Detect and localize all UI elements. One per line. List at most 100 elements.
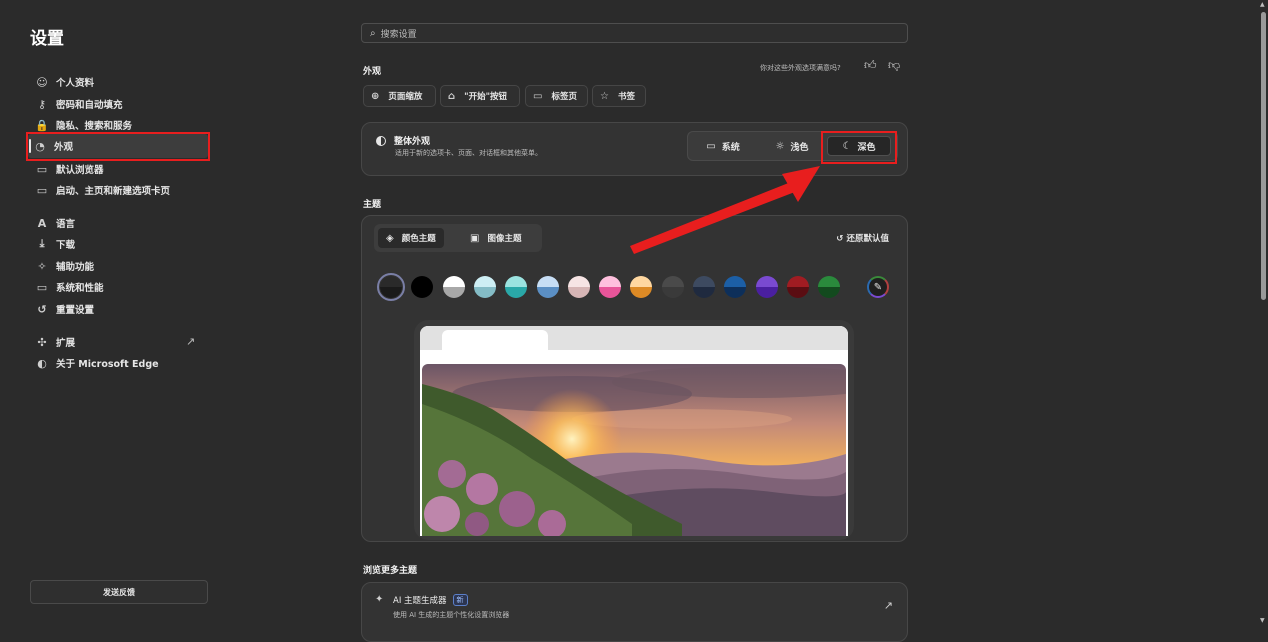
edge-logo-icon: ◐ bbox=[37, 356, 47, 370]
sidebar-item-profile[interactable]: ☺ 个人资料 bbox=[30, 71, 94, 93]
color-swatch[interactable] bbox=[661, 276, 684, 298]
tab-page-icon: ▭ bbox=[533, 90, 543, 102]
sidebar-item-label: 扩展 bbox=[56, 338, 76, 349]
chip-page-zoom[interactable]: ⊕ 页面缩放 bbox=[363, 85, 436, 107]
chip-label: 书签 bbox=[617, 92, 635, 102]
sidebar-item-startup[interactable]: ▭ 启动、主页和新建选项卡页 bbox=[30, 179, 170, 201]
sidebar-item-label: 隐私、搜索和服务 bbox=[56, 121, 133, 132]
feedback-question: 你对这些外观选项满意吗? bbox=[760, 64, 841, 72]
zoom-icon: ⊕ bbox=[371, 90, 380, 102]
sidebar-item-label: 启动、主页和新建选项卡页 bbox=[56, 186, 171, 197]
sidebar-item-label: 重置设置 bbox=[56, 305, 95, 316]
color-swatch[interactable] bbox=[786, 276, 809, 298]
send-feedback-button[interactable]: 发送反馈 bbox=[30, 580, 208, 604]
sidebar-item-language[interactable]: A 语言 bbox=[30, 212, 75, 234]
search-icon: ⌕ bbox=[370, 27, 376, 39]
sidebar-item-passwords[interactable]: ⚷ 密码和自动填充 bbox=[30, 93, 123, 115]
theme-tabs: ◈ 颜色主题 ▣ 图像主题 bbox=[374, 224, 542, 252]
ai-sparkle-icon: ✦ bbox=[375, 594, 384, 605]
tab-color-themes[interactable]: ◈ 颜色主题 bbox=[378, 228, 444, 248]
sidebar-item-label: 密码和自动填充 bbox=[56, 100, 123, 111]
sidebar-item-label: 下载 bbox=[56, 240, 76, 251]
color-swatch[interactable] bbox=[724, 276, 747, 298]
color-swatch[interactable] bbox=[536, 276, 559, 298]
thumbs-up-icon[interactable]: 👍︎ bbox=[864, 58, 877, 73]
color-swatch[interactable] bbox=[755, 276, 778, 298]
sidebar-item-label: 个人资料 bbox=[56, 78, 95, 89]
sidebar-item-label: 关于 Microsoft Edge bbox=[56, 359, 159, 370]
color-swatch[interactable] bbox=[442, 276, 465, 298]
section-title-appearance: 外观 bbox=[363, 67, 382, 77]
puzzle-icon: ✣ bbox=[37, 335, 47, 349]
eyedropper-icon[interactable]: ✎ bbox=[867, 276, 889, 298]
profile-icon: ☺ bbox=[36, 75, 48, 89]
external-link-icon[interactable]: ↗ bbox=[884, 599, 893, 612]
sidebar-item-extensions[interactable]: ✣ 扩展 bbox=[30, 331, 75, 353]
restore-default-button[interactable]: ↺ 还原默认值 bbox=[836, 232, 889, 244]
tab-label: 颜色主题 bbox=[401, 234, 436, 244]
sidebar-item-label: 系统和性能 bbox=[56, 283, 104, 294]
overall-appearance-desc: 适用于新的选项卡、页面、对话框和其他菜单。 bbox=[395, 149, 542, 157]
sidebar-item-system[interactable]: ▭ 系统和性能 bbox=[30, 276, 104, 298]
download-icon: ⤓ bbox=[39, 237, 45, 250]
app-title: 设置 bbox=[30, 29, 64, 49]
color-swatch[interactable] bbox=[505, 276, 528, 298]
scroll-up-icon[interactable]: ▲ bbox=[1260, 1, 1265, 8]
scroll-thumb[interactable] bbox=[1261, 12, 1266, 300]
paint-bucket-icon: ◈ bbox=[386, 232, 394, 244]
color-swatch[interactable] bbox=[473, 276, 496, 298]
color-swatch[interactable] bbox=[377, 273, 405, 301]
tab-image-themes[interactable]: ▣ 图像主题 bbox=[462, 228, 529, 248]
ai-theme-title: AI 主题生成器 新 bbox=[393, 594, 468, 606]
thumbs-down-icon[interactable]: 👎︎ bbox=[888, 58, 900, 73]
language-icon: A bbox=[37, 216, 47, 230]
external-link-icon[interactable]: ↗ bbox=[186, 335, 195, 348]
restore-label: 还原默认值 bbox=[846, 234, 889, 244]
favorites-icon: ☆ bbox=[600, 90, 609, 102]
search-input[interactable]: ⌕ 搜索设置 bbox=[361, 23, 908, 43]
section-title-theme: 主题 bbox=[363, 200, 382, 210]
color-swatch[interactable] bbox=[818, 276, 841, 298]
theme-card: ◈ 颜色主题 ▣ 图像主题 ↺ 还原默认值 ✎ bbox=[361, 215, 908, 542]
scroll-down-icon[interactable]: ▼ bbox=[1260, 617, 1265, 624]
laptop-icon: ▭ bbox=[36, 280, 48, 294]
color-swatch[interactable] bbox=[567, 276, 590, 298]
highlight-box-appearance bbox=[26, 132, 210, 161]
sidebar-item-label: 辅助功能 bbox=[56, 262, 95, 273]
preview-landscape-image bbox=[422, 364, 846, 536]
color-swatch[interactable] bbox=[599, 276, 622, 298]
sidebar-item-label: 语言 bbox=[56, 219, 76, 230]
accessibility-icon: ✧ bbox=[37, 259, 47, 273]
new-badge: 新 bbox=[452, 594, 468, 606]
home-tab-icon: ▭ bbox=[36, 183, 48, 197]
ai-theme-title-text: AI 主题生成器 bbox=[393, 596, 447, 606]
home-icon: ⌂ bbox=[448, 90, 456, 102]
chip-label: "开始"按钮 bbox=[464, 92, 508, 102]
color-swatch[interactable] bbox=[693, 276, 715, 298]
preview-browser-frame bbox=[420, 326, 848, 536]
tab-label: 图像主题 bbox=[487, 234, 522, 244]
sidebar-item-downloads[interactable]: ⤓ 下载 bbox=[30, 233, 75, 255]
sidebar-item-label: 默认浏览器 bbox=[56, 165, 104, 176]
theme-preview bbox=[414, 320, 854, 540]
browser-icon: ▭ bbox=[36, 162, 48, 176]
ai-theme-generator-card[interactable]: ✦ AI 主题生成器 新 使用 AI 生成的主题个性化设置浏览器 ↗ bbox=[361, 582, 908, 642]
overall-appearance-title: 整体外观 bbox=[376, 134, 430, 147]
color-swatch[interactable] bbox=[630, 276, 653, 298]
chip-tabs[interactable]: ▭ 标签页 bbox=[525, 85, 588, 107]
chip-label: 页面缩放 bbox=[388, 92, 423, 102]
color-swatch[interactable] bbox=[411, 276, 434, 298]
sidebar: 设置 ☺ 个人资料 ⚷ 密码和自动填充 🔒 隐私、搜索和服务 ◔ 外观 ▭ 默认… bbox=[0, 0, 240, 627]
sidebar-item-accessibility[interactable]: ✧ 辅助功能 bbox=[30, 255, 94, 277]
sidebar-item-reset[interactable]: ↺ 重置设置 bbox=[30, 298, 94, 320]
chip-favorites[interactable]: ☆ 书签 bbox=[592, 85, 646, 107]
chip-home-button[interactable]: ⌂ "开始"按钮 bbox=[440, 85, 520, 107]
sidebar-item-about[interactable]: ◐ 关于 Microsoft Edge bbox=[30, 352, 159, 374]
sunset-landscape bbox=[422, 364, 846, 536]
scrollbar[interactable]: ▲ ▼ bbox=[1258, 0, 1268, 627]
reset-icon: ↺ bbox=[37, 302, 47, 316]
preview-tab bbox=[442, 330, 548, 350]
ai-theme-desc: 使用 AI 生成的主题个性化设置浏览器 bbox=[393, 611, 510, 619]
red-arrow-annotation bbox=[630, 166, 820, 254]
sidebar-item-default-browser[interactable]: ▭ 默认浏览器 bbox=[30, 158, 104, 180]
